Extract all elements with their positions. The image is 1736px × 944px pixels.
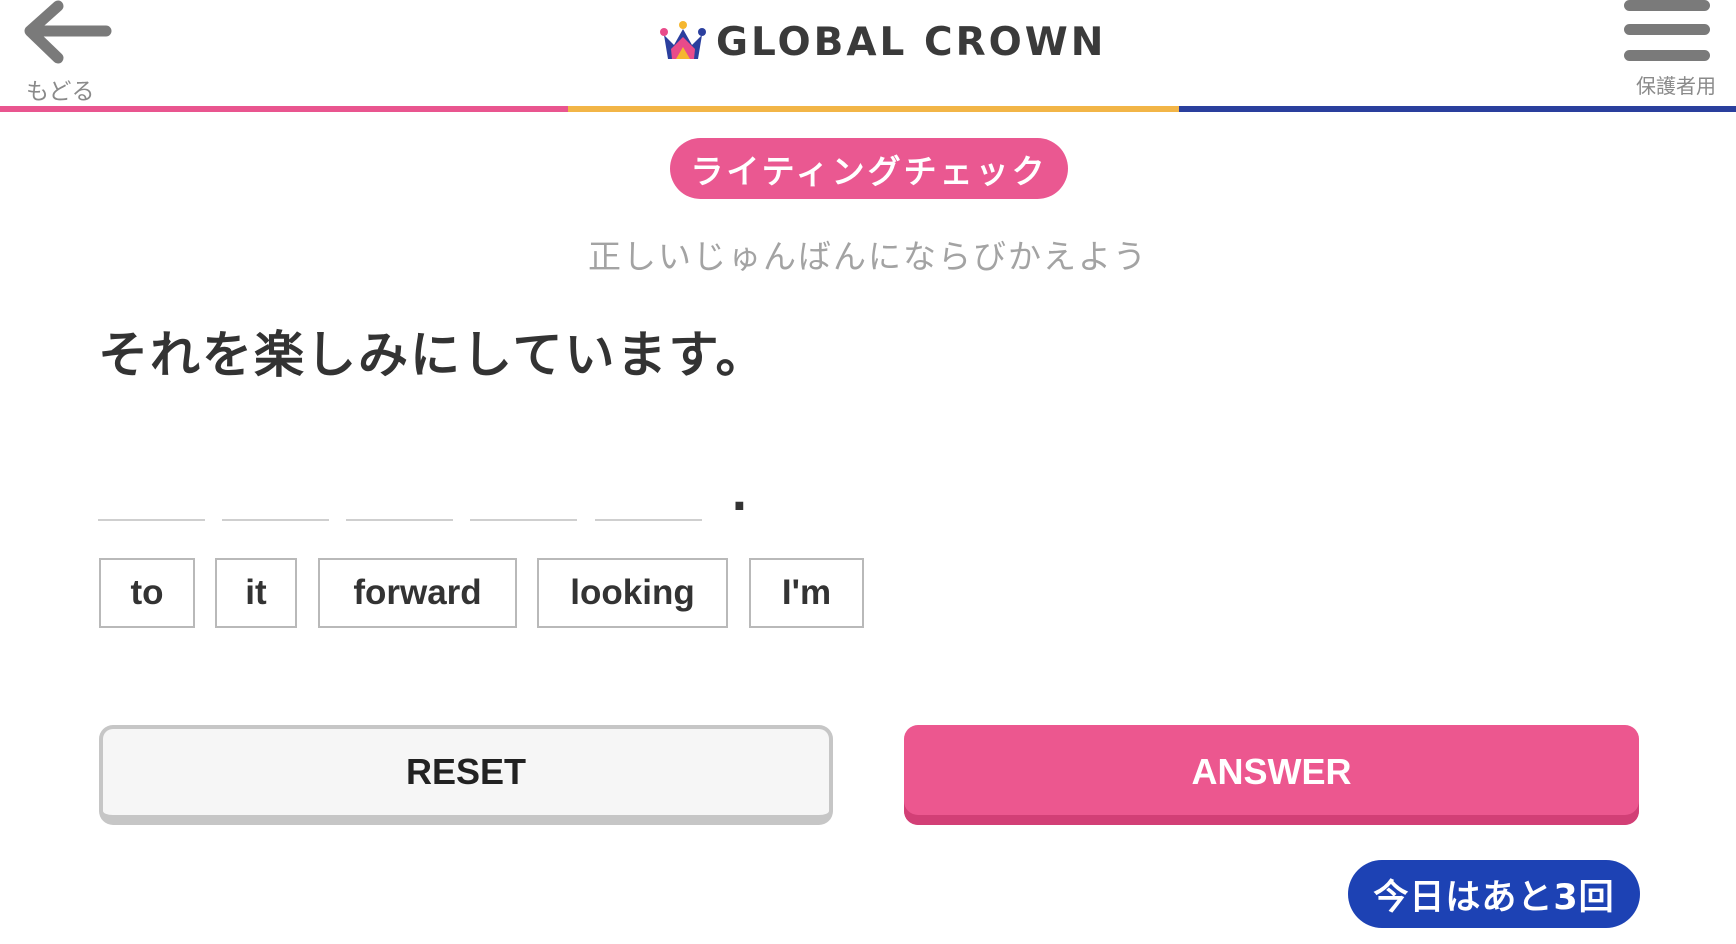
instruction-text: 正しいじゅんばんにならびかえよう (588, 237, 1148, 276)
word-chip-to[interactable]: to (99, 558, 195, 628)
header-color-line (0, 106, 1736, 112)
answer-button[interactable]: ANSWER (904, 725, 1639, 825)
logo-text: GLOBAL CROWN (716, 19, 1107, 65)
menu-icon (1624, 0, 1710, 11)
mode-title-badge: ライティングチェック (670, 138, 1068, 199)
answer-slot[interactable] (346, 519, 453, 521)
crown-icon (660, 21, 706, 59)
back-label: もどる (26, 79, 95, 105)
color-line-segment-yellow (568, 106, 1179, 112)
answer-slot[interactable] (595, 519, 702, 521)
logo: GLOBAL CROWN (660, 14, 1106, 70)
question-text: それを楽しみにしています。 (98, 326, 768, 384)
remaining-attempts-badge: 今日はあと3回 (1348, 860, 1640, 928)
color-line-segment-pink (0, 106, 568, 112)
answer-slot[interactable] (470, 519, 577, 521)
arrow-left-icon (24, 0, 112, 64)
word-chip-looking[interactable]: looking (537, 558, 728, 628)
word-chip-forward[interactable]: forward (318, 558, 517, 628)
answer-slot[interactable] (222, 519, 329, 521)
sentence-end-mark: . (731, 470, 748, 521)
word-chip-it[interactable]: it (215, 558, 297, 628)
menu-label: 保護者用 (1636, 74, 1716, 98)
answer-slot[interactable] (98, 519, 205, 521)
parent-menu-button[interactable]: 保護者用 (1616, 0, 1716, 104)
color-line-segment-blue (1179, 106, 1736, 112)
reset-button[interactable]: RESET (99, 725, 833, 825)
writing-check-page: もどる GLOBAL CROWN 保護者用 ライティングチェック 正しいじゅんば… (0, 0, 1736, 944)
back-button[interactable]: もどる (8, 0, 118, 105)
menu-icon-bar (1624, 50, 1710, 61)
menu-icon-bar (1624, 24, 1710, 35)
word-chip-im[interactable]: I'm (749, 558, 864, 628)
